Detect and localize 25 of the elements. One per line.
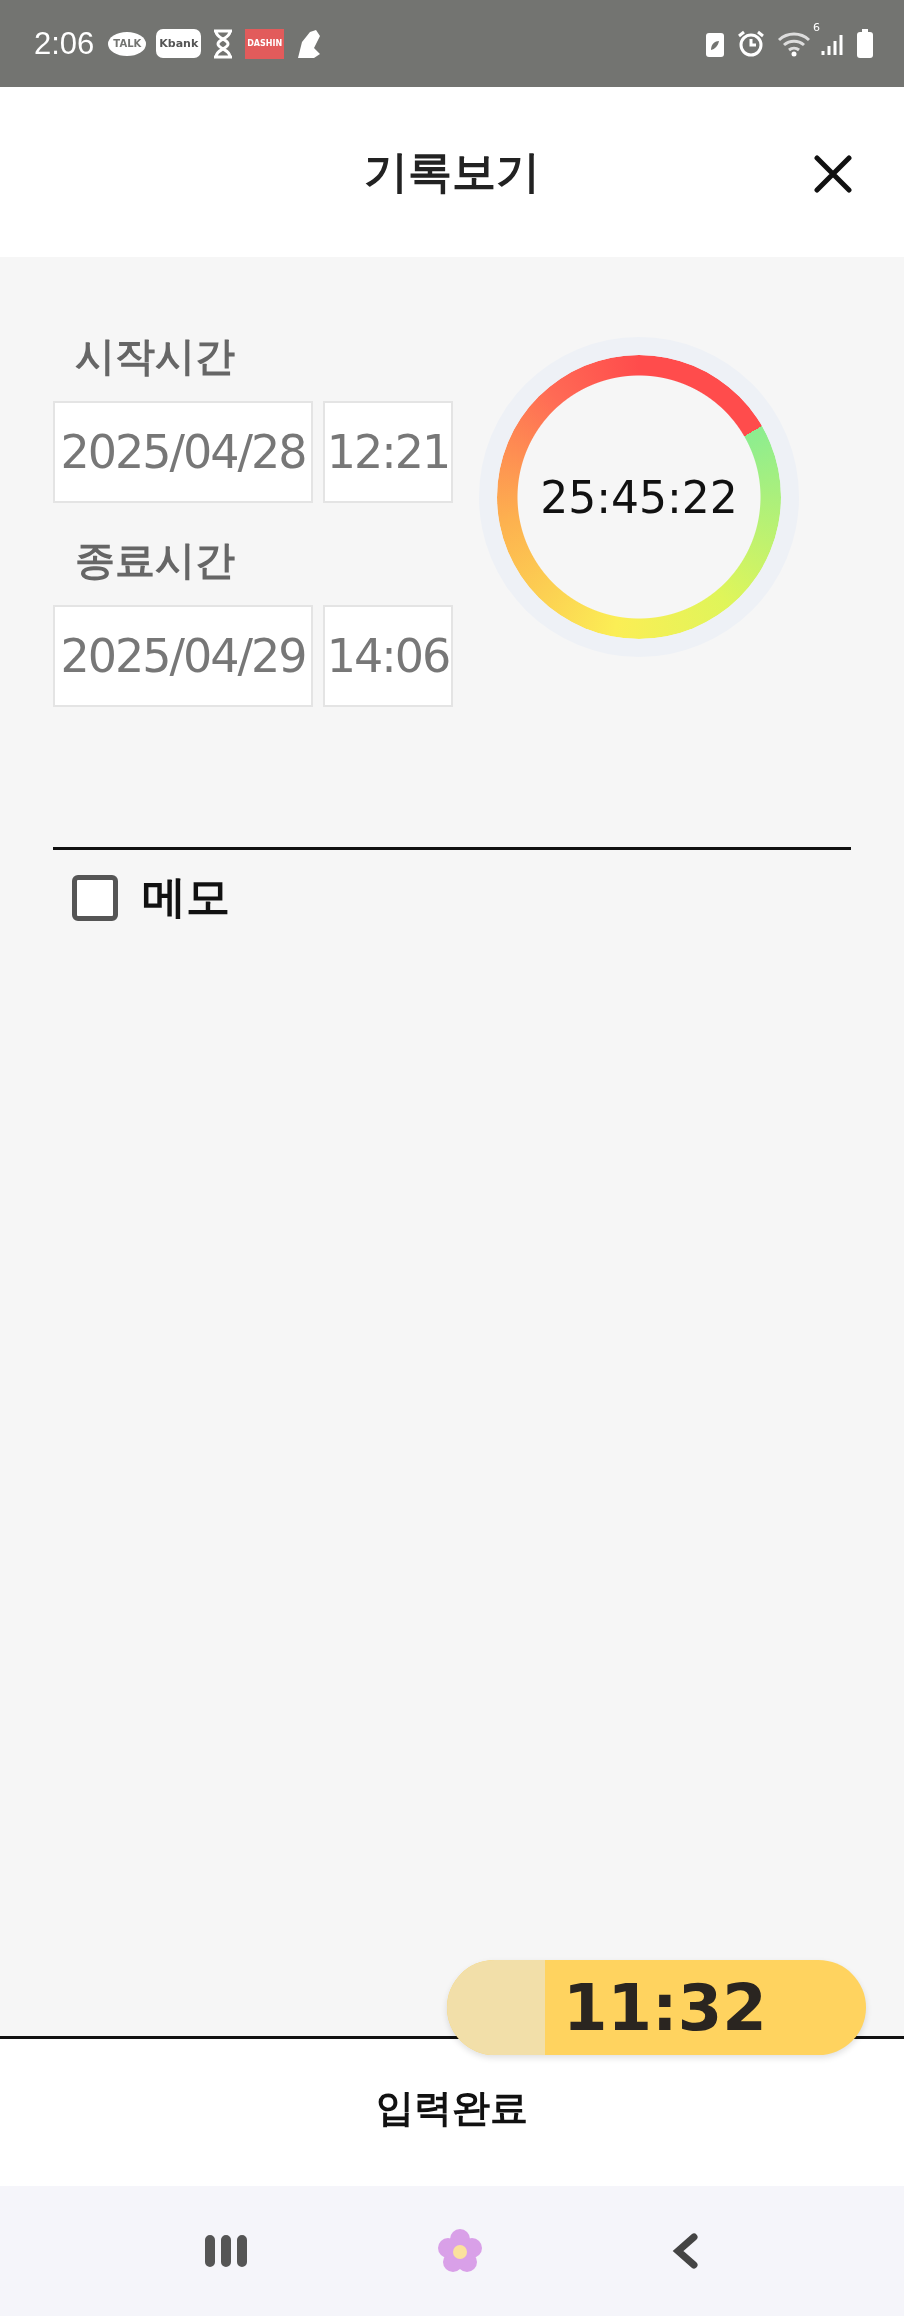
wifi-icon — [777, 30, 811, 57]
time-field[interactable]: 14:06 — [323, 605, 453, 707]
timer-time: 11:32 — [562, 1969, 767, 2047]
timer-handle[interactable] — [447, 1960, 545, 2055]
memo-label: 메모 — [142, 870, 230, 924]
time-label: 시작시간 — [75, 332, 236, 381]
close-icon — [814, 155, 852, 193]
date-field[interactable]: 2025/04/29 — [53, 605, 313, 707]
back-icon — [671, 2231, 700, 2271]
chat-bubble-icon: TALK — [108, 31, 147, 56]
flower-icon — [437, 2228, 483, 2274]
memo-checkbox[interactable] — [72, 874, 118, 921]
alarm-clock-icon — [737, 29, 765, 58]
clock-time: 2:06 — [34, 25, 95, 62]
date-field[interactable]: 2025/04/28 — [53, 401, 313, 503]
time-field[interactable]: 12:21 — [323, 401, 453, 503]
wifi-label: 6 — [813, 20, 820, 34]
battery-icon — [856, 28, 874, 59]
recent-apps-icon — [204, 2235, 249, 2267]
bank-app-icon: Kbank — [156, 29, 202, 58]
app-logo-icon: DASHIN — [245, 28, 285, 59]
timer-toast[interactable]: 11:32 — [447, 1960, 866, 2055]
time-label: 종료시간 — [75, 536, 236, 585]
screen-title: 기록보기 — [364, 144, 540, 199]
duration-time: 25:45:22 — [540, 471, 738, 523]
